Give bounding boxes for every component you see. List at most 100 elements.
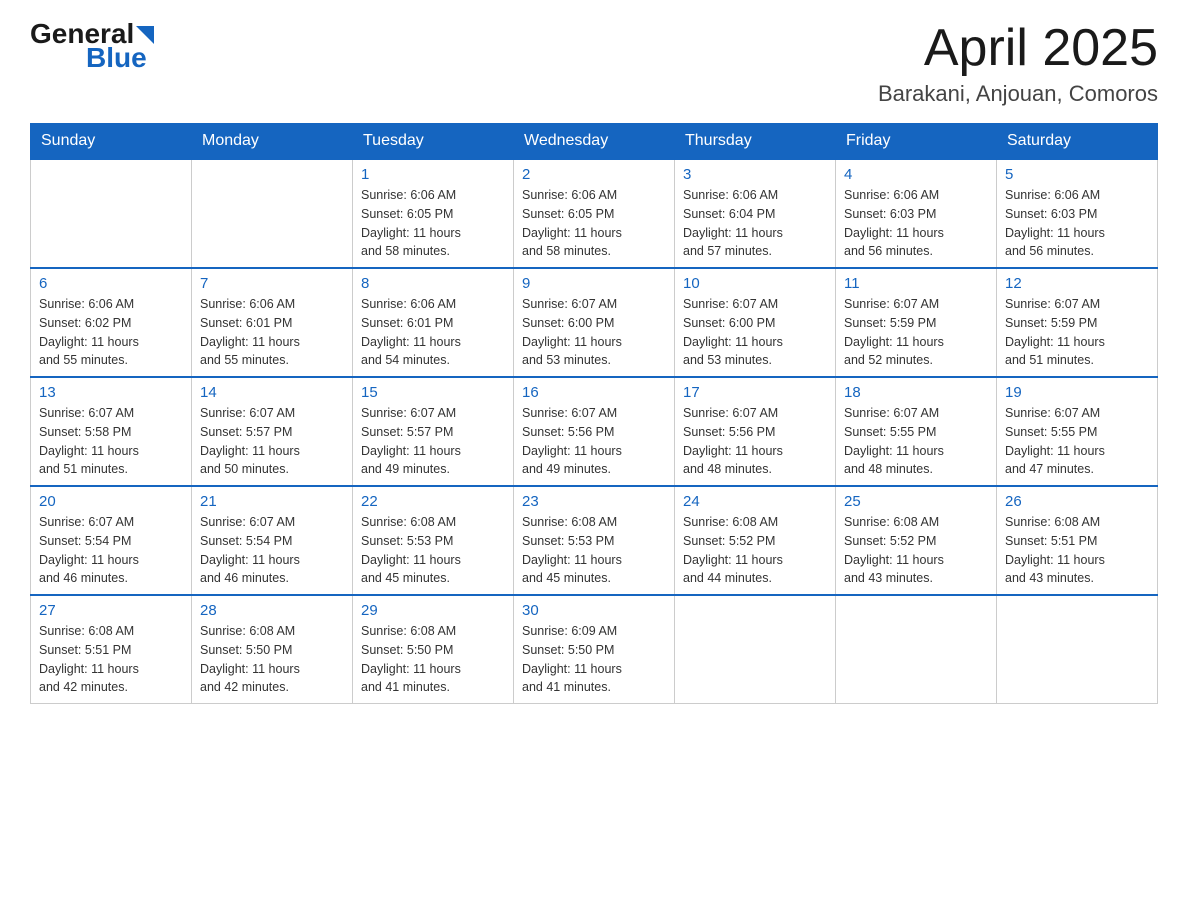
col-monday: Monday bbox=[192, 124, 353, 160]
day-number: 3 bbox=[683, 166, 827, 183]
day-info: Sunrise: 6:07 AMSunset: 5:59 PMDaylight:… bbox=[1005, 295, 1149, 370]
day-info: Sunrise: 6:06 AMSunset: 6:05 PMDaylight:… bbox=[361, 186, 505, 261]
calendar-cell: 19 Sunrise: 6:07 AMSunset: 5:55 PMDayligh… bbox=[997, 377, 1158, 486]
day-number: 4 bbox=[844, 166, 988, 183]
day-info: Sunrise: 6:06 AMSunset: 6:03 PMDaylight:… bbox=[1005, 186, 1149, 261]
day-number: 17 bbox=[683, 384, 827, 401]
calendar-cell: 30Sunrise: 6:09 AMSunset: 5:50 PMDayligh… bbox=[514, 595, 675, 704]
day-number: 15 bbox=[361, 384, 505, 401]
calendar-cell: 13 Sunrise: 6:07 AMSunset: 5:58 PMDayligh… bbox=[31, 377, 192, 486]
day-info: Sunrise: 6:07 AMSunset: 5:59 PMDaylight:… bbox=[844, 295, 988, 370]
calendar-cell: 11 Sunrise: 6:07 AMSunset: 5:59 PMDayligh… bbox=[836, 268, 997, 377]
day-info: Sunrise: 6:06 AMSunset: 6:04 PMDaylight:… bbox=[683, 186, 827, 261]
day-number: 6 bbox=[39, 275, 183, 292]
col-tuesday: Tuesday bbox=[353, 124, 514, 160]
week-row-2: 6Sunrise: 6:06 AMSunset: 6:02 PMDaylight… bbox=[31, 268, 1158, 377]
calendar-cell bbox=[675, 595, 836, 704]
day-number: 22 bbox=[361, 493, 505, 510]
day-number: 13 bbox=[39, 384, 183, 401]
day-info: Sunrise: 6:08 AMSunset: 5:53 PMDaylight:… bbox=[361, 513, 505, 588]
day-info: Sunrise: 6:07 AMSunset: 5:57 PMDaylight:… bbox=[361, 404, 505, 479]
day-number: 18 bbox=[844, 384, 988, 401]
calendar-cell: 3 Sunrise: 6:06 AMSunset: 6:04 PMDaylight… bbox=[675, 159, 836, 268]
day-info: Sunrise: 6:07 AMSunset: 5:56 PMDaylight:… bbox=[683, 404, 827, 479]
calendar-cell: 18Sunrise: 6:07 AMSunset: 5:55 PMDayligh… bbox=[836, 377, 997, 486]
day-number: 25 bbox=[844, 493, 988, 510]
day-info: Sunrise: 6:07 AMSunset: 5:56 PMDaylight:… bbox=[522, 404, 666, 479]
calendar-cell: 1 Sunrise: 6:06 AMSunset: 6:05 PMDaylight… bbox=[353, 159, 514, 268]
page-header: General Blue April 2025 Barakani, Anjoua… bbox=[30, 20, 1158, 107]
day-info: Sunrise: 6:06 AMSunset: 6:05 PMDaylight:… bbox=[522, 186, 666, 261]
day-info: Sunrise: 6:08 AMSunset: 5:52 PMDaylight:… bbox=[844, 513, 988, 588]
day-number: 14 bbox=[200, 384, 344, 401]
day-info: Sunrise: 6:07 AMSunset: 5:54 PMDaylight:… bbox=[39, 513, 183, 588]
day-number: 21 bbox=[200, 493, 344, 510]
col-thursday: Thursday bbox=[675, 124, 836, 160]
calendar-cell: 6Sunrise: 6:06 AMSunset: 6:02 PMDaylight… bbox=[31, 268, 192, 377]
month-year-title: April 2025 bbox=[878, 20, 1158, 77]
calendar-cell: 25 Sunrise: 6:08 AMSunset: 5:52 PMDayligh… bbox=[836, 486, 997, 595]
day-info: Sunrise: 6:08 AMSunset: 5:51 PMDaylight:… bbox=[39, 622, 183, 697]
calendar-cell: 28Sunrise: 6:08 AMSunset: 5:50 PMDayligh… bbox=[192, 595, 353, 704]
col-friday: Friday bbox=[836, 124, 997, 160]
calendar-cell: 21 Sunrise: 6:07 AMSunset: 5:54 PMDayligh… bbox=[192, 486, 353, 595]
calendar-table: Sunday Monday Tuesday Wednesday Thursday… bbox=[30, 123, 1158, 704]
day-number: 29 bbox=[361, 602, 505, 619]
week-row-1: 1 Sunrise: 6:06 AMSunset: 6:05 PMDaylight… bbox=[31, 159, 1158, 268]
calendar-cell: 16Sunrise: 6:07 AMSunset: 5:56 PMDayligh… bbox=[514, 377, 675, 486]
col-sunday: Sunday bbox=[31, 124, 192, 160]
calendar-cell: 15 Sunrise: 6:07 AMSunset: 5:57 PMDayligh… bbox=[353, 377, 514, 486]
day-number: 23 bbox=[522, 493, 666, 510]
calendar-cell: 27 Sunrise: 6:08 AMSunset: 5:51 PMDayligh… bbox=[31, 595, 192, 704]
day-number: 10 bbox=[683, 275, 827, 292]
week-row-4: 20 Sunrise: 6:07 AMSunset: 5:54 PMDayligh… bbox=[31, 486, 1158, 595]
calendar-cell: 10 Sunrise: 6:07 AMSunset: 6:00 PMDayligh… bbox=[675, 268, 836, 377]
day-number: 26 bbox=[1005, 493, 1149, 510]
calendar-cell: 29 Sunrise: 6:08 AMSunset: 5:50 PMDayligh… bbox=[353, 595, 514, 704]
day-info: Sunrise: 6:08 AMSunset: 5:51 PMDaylight:… bbox=[1005, 513, 1149, 588]
day-info: Sunrise: 6:07 AMSunset: 6:00 PMDaylight:… bbox=[683, 295, 827, 370]
calendar-cell: 8Sunrise: 6:06 AMSunset: 6:01 PMDaylight… bbox=[353, 268, 514, 377]
day-info: Sunrise: 6:07 AMSunset: 5:55 PMDaylight:… bbox=[1005, 404, 1149, 479]
day-number: 1 bbox=[361, 166, 505, 183]
col-wednesday: Wednesday bbox=[514, 124, 675, 160]
calendar-cell: 22 Sunrise: 6:08 AMSunset: 5:53 PMDayligh… bbox=[353, 486, 514, 595]
week-row-3: 13 Sunrise: 6:07 AMSunset: 5:58 PMDayligh… bbox=[31, 377, 1158, 486]
calendar-cell bbox=[997, 595, 1158, 704]
calendar-cell: 20 Sunrise: 6:07 AMSunset: 5:54 PMDayligh… bbox=[31, 486, 192, 595]
calendar-cell: 9 Sunrise: 6:07 AMSunset: 6:00 PMDaylight… bbox=[514, 268, 675, 377]
day-info: Sunrise: 6:07 AMSunset: 5:54 PMDaylight:… bbox=[200, 513, 344, 588]
day-number: 19 bbox=[1005, 384, 1149, 401]
day-info: Sunrise: 6:07 AMSunset: 5:58 PMDaylight:… bbox=[39, 404, 183, 479]
day-number: 20 bbox=[39, 493, 183, 510]
title-block: April 2025 Barakani, Anjouan, Comoros bbox=[878, 20, 1158, 107]
day-info: Sunrise: 6:06 AMSunset: 6:01 PMDaylight:… bbox=[361, 295, 505, 370]
col-saturday: Saturday bbox=[997, 124, 1158, 160]
calendar-cell: 14 Sunrise: 6:07 AMSunset: 5:57 PMDayligh… bbox=[192, 377, 353, 486]
day-number: 9 bbox=[522, 275, 666, 292]
week-row-5: 27 Sunrise: 6:08 AMSunset: 5:51 PMDayligh… bbox=[31, 595, 1158, 704]
day-number: 12 bbox=[1005, 275, 1149, 292]
calendar-cell bbox=[192, 159, 353, 268]
day-info: Sunrise: 6:08 AMSunset: 5:52 PMDaylight:… bbox=[683, 513, 827, 588]
logo-blue-text: Blue bbox=[86, 44, 147, 72]
day-number: 7 bbox=[200, 275, 344, 292]
calendar-cell: 23 Sunrise: 6:08 AMSunset: 5:53 PMDayligh… bbox=[514, 486, 675, 595]
day-info: Sunrise: 6:07 AMSunset: 6:00 PMDaylight:… bbox=[522, 295, 666, 370]
calendar-header-row: Sunday Monday Tuesday Wednesday Thursday… bbox=[31, 124, 1158, 160]
day-number: 24 bbox=[683, 493, 827, 510]
day-number: 30 bbox=[522, 602, 666, 619]
day-number: 27 bbox=[39, 602, 183, 619]
day-info: Sunrise: 6:07 AMSunset: 5:57 PMDaylight:… bbox=[200, 404, 344, 479]
day-info: Sunrise: 6:08 AMSunset: 5:53 PMDaylight:… bbox=[522, 513, 666, 588]
day-number: 28 bbox=[200, 602, 344, 619]
day-info: Sunrise: 6:08 AMSunset: 5:50 PMDaylight:… bbox=[361, 622, 505, 697]
day-number: 2 bbox=[522, 166, 666, 183]
calendar-cell: 26 Sunrise: 6:08 AMSunset: 5:51 PMDayligh… bbox=[997, 486, 1158, 595]
day-number: 11 bbox=[844, 275, 988, 292]
logo: General Blue bbox=[30, 20, 154, 72]
calendar-cell: 2 Sunrise: 6:06 AMSunset: 6:05 PMDaylight… bbox=[514, 159, 675, 268]
location-subtitle: Barakani, Anjouan, Comoros bbox=[878, 81, 1158, 107]
calendar-cell: 5Sunrise: 6:06 AMSunset: 6:03 PMDaylight… bbox=[997, 159, 1158, 268]
calendar-cell: 4Sunrise: 6:06 AMSunset: 6:03 PMDaylight… bbox=[836, 159, 997, 268]
